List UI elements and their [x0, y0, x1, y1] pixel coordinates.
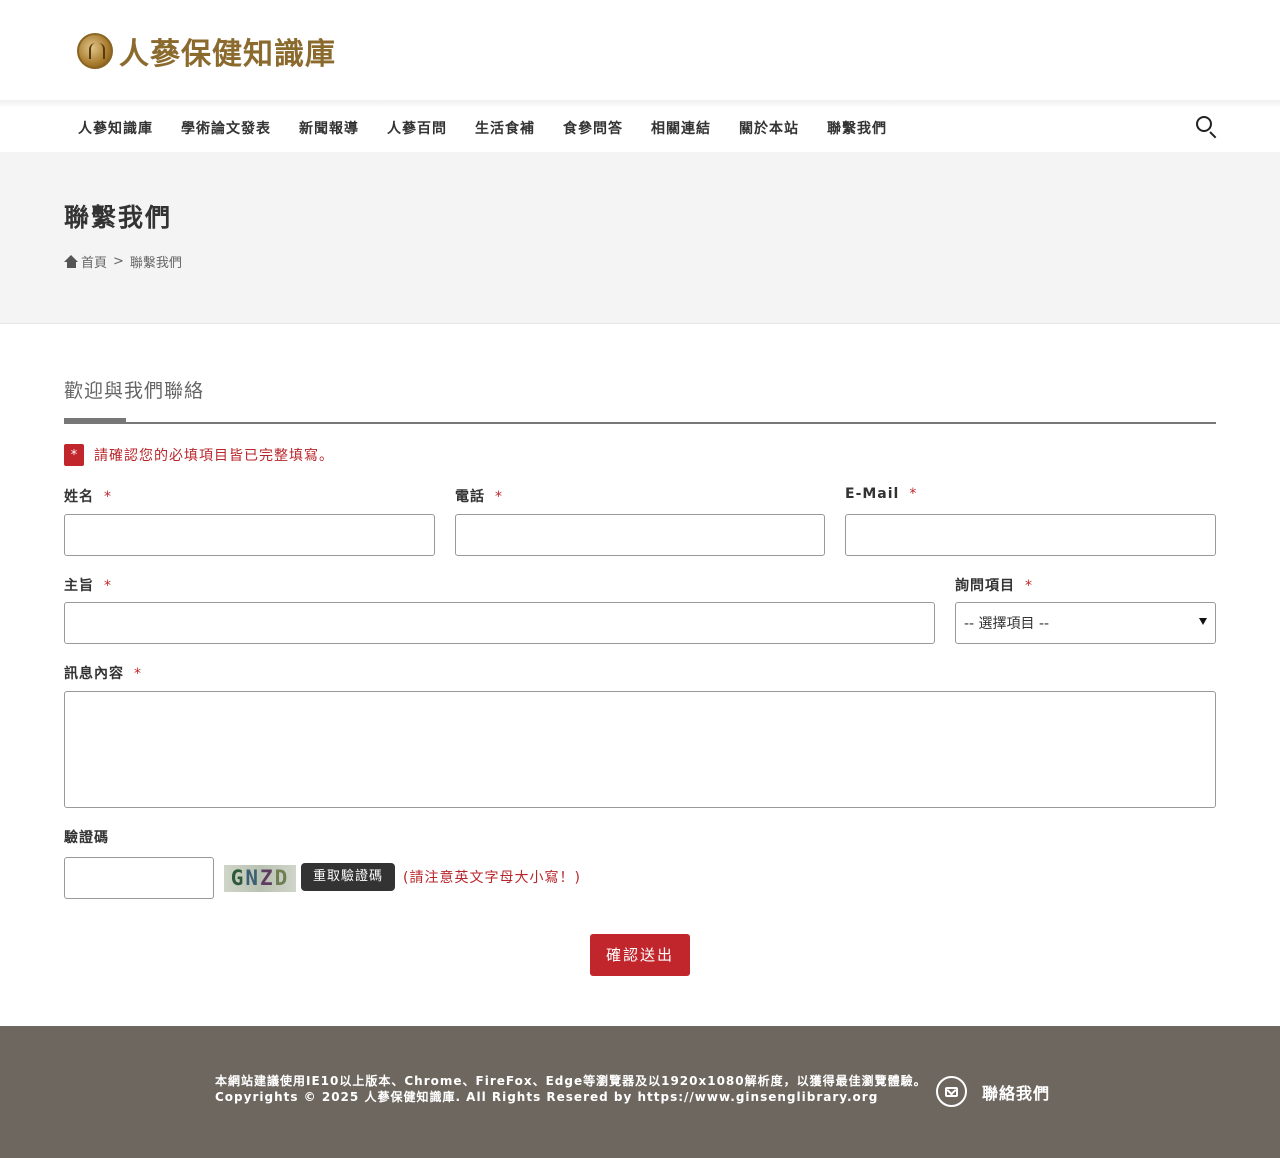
section-divider-accent	[64, 418, 126, 424]
required-mark: *	[909, 486, 918, 502]
breadcrumb: 首頁 > 聯繫我們	[64, 252, 182, 271]
phone-label: 電話 *	[455, 489, 503, 505]
breadcrumb-current: 聯繫我們	[129, 256, 182, 271]
nav-item-news[interactable]: 新聞報導	[299, 118, 359, 138]
home-icon[interactable]	[64, 255, 79, 268]
inquiry-selected-value: -- 選擇項目 --	[964, 616, 1050, 632]
captcha-case-note: (請注意英文字母大小寫！)	[403, 870, 581, 886]
alert-asterisk-badge: *	[64, 444, 84, 466]
nav-item-faq[interactable]: 人蔘百問	[387, 118, 447, 138]
breadcrumb-separator: >	[113, 254, 124, 269]
page-header: 聯繫我們 首頁 > 聯繫我們	[0, 152, 1280, 324]
mail-icon	[936, 1076, 967, 1107]
refresh-captcha-button[interactable]: 重取驗證碼	[301, 863, 396, 891]
nav-item-papers[interactable]: 學術論文發表	[181, 118, 271, 138]
message-label: 訊息內容 *	[64, 666, 142, 682]
captcha-image: GNZD	[224, 865, 296, 892]
site-logo[interactable]: 人蔘保健知識庫	[77, 31, 336, 72]
required-mark: *	[134, 666, 142, 682]
footer-browser-note: 本網站建議使用IE10以上版本、Chrome、FireFox、Edge等瀏覽器及…	[215, 1074, 927, 1088]
site-header: 人蔘保健知識庫	[0, 0, 1280, 100]
nav-item-diet[interactable]: 生活食補	[475, 118, 535, 138]
footer-contact-label: 聯絡我們	[982, 1083, 1051, 1103]
subject-label: 主旨 *	[64, 578, 112, 594]
message-textarea[interactable]	[64, 691, 1216, 808]
required-mark: *	[104, 578, 112, 594]
section-title: 歡迎與我們聯絡	[64, 380, 205, 402]
nav-item-about[interactable]: 關於本站	[739, 118, 799, 138]
submit-button[interactable]: 確認送出	[590, 934, 690, 976]
alert-text: 請確認您的必填項目皆已完整填寫。	[94, 448, 334, 464]
section-divider	[64, 422, 1216, 424]
captcha-label: 驗證碼	[64, 830, 109, 846]
email-field[interactable]	[845, 514, 1216, 556]
required-mark: *	[495, 489, 503, 505]
nav-item-qa[interactable]: 食參問答	[563, 118, 623, 138]
main-nav: 人蔘知識庫 學術論文發表 新聞報導 人蔘百問 生活食補 食參問答 相關連結 關於…	[0, 106, 1280, 152]
phone-field[interactable]	[455, 514, 825, 556]
ginseng-emblem-icon	[77, 33, 113, 69]
logo-text: 人蔘保健知識庫	[119, 37, 336, 72]
inquiry-select[interactable]: -- 選擇項目 --	[955, 602, 1216, 644]
required-mark: *	[1025, 578, 1033, 594]
footer-copyright: Copyrights © 2025 人蔘保健知識庫. All Rights Re…	[215, 1090, 879, 1104]
nav-item-links[interactable]: 相關連結	[651, 118, 711, 138]
inquiry-label: 詢問項目 *	[955, 578, 1033, 594]
search-icon[interactable]	[1194, 114, 1220, 140]
dropdown-arrow-icon	[1199, 618, 1207, 625]
required-alert: * 請確認您的必填項目皆已完整填寫。	[64, 444, 334, 466]
name-field[interactable]	[64, 514, 435, 556]
name-label: 姓名 *	[64, 489, 112, 505]
site-footer: 本網站建議使用IE10以上版本、Chrome、FireFox、Edge等瀏覽器及…	[0, 1026, 1280, 1158]
captcha-input[interactable]	[64, 857, 214, 899]
email-label: E-Mail *	[845, 486, 918, 502]
nav-item-contact[interactable]: 聯繫我們	[827, 118, 887, 138]
subject-field[interactable]	[64, 602, 935, 644]
page-title: 聯繫我們	[64, 203, 173, 232]
required-mark: *	[104, 489, 112, 505]
footer-contact-link[interactable]: 聯絡我們	[936, 1076, 1050, 1107]
nav-item-knowledge[interactable]: 人蔘知識庫	[78, 118, 153, 138]
breadcrumb-home[interactable]: 首頁	[81, 252, 107, 271]
